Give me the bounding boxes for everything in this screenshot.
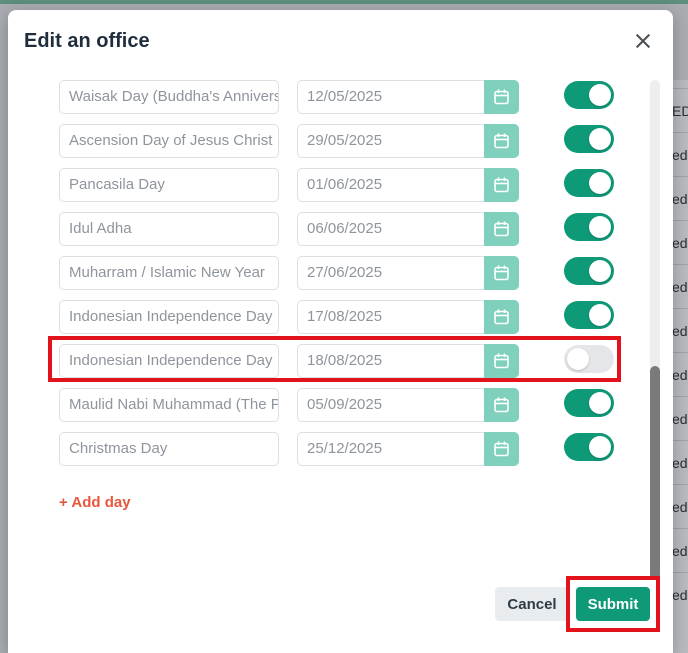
background-table-cell: edu	[672, 396, 688, 441]
holiday-name-input[interactable]: Muharram / Islamic New Year	[59, 256, 279, 290]
holiday-row: Ascension Day of Jesus Christ 29/05/2025	[8, 124, 648, 162]
calendar-icon	[494, 133, 509, 149]
holiday-row: Indonesian Independence Day 17/08/2025	[8, 300, 648, 338]
holiday-enabled-toggle[interactable]	[564, 81, 614, 109]
toggle-knob	[589, 216, 611, 238]
calendar-icon	[494, 221, 509, 237]
holiday-name-input[interactable]: Maulid Nabi Muhammad (The Prophet's Birt…	[59, 388, 279, 422]
toggle-knob	[589, 172, 611, 194]
holiday-enabled-toggle[interactable]	[564, 301, 614, 329]
holiday-row: Waisak Day (Buddha's Anniversary)12/05/2…	[8, 80, 648, 118]
background-table-cell: edu	[672, 308, 688, 353]
background-table-cell: edu	[672, 572, 688, 617]
holiday-name-input[interactable]: Idul Adha	[59, 212, 279, 246]
scrollbar-thumb[interactable]	[650, 366, 660, 580]
toggle-knob	[589, 436, 611, 458]
calendar-icon	[494, 89, 509, 105]
holiday-name-input[interactable]: Indonesian Independence Day	[59, 344, 279, 378]
calendar-icon	[494, 177, 509, 193]
toggle-knob	[589, 392, 611, 414]
add-day-link[interactable]: + Add day	[59, 494, 131, 511]
toggle-knob	[567, 348, 589, 370]
holiday-name-input[interactable]: Christmas Day	[59, 432, 279, 466]
calendar-button[interactable]	[484, 432, 519, 466]
modal-title: Edit an office	[24, 30, 150, 52]
holiday-name-input[interactable]: Waisak Day (Buddha's Anniversary)	[59, 80, 279, 114]
holiday-row: Indonesian Independence Day 18/08/2025	[8, 344, 648, 382]
edit-office-modal: Edit an office Waisak Day (Buddha's Anni…	[8, 10, 673, 653]
holiday-enabled-toggle[interactable]	[564, 213, 614, 241]
calendar-icon	[494, 441, 509, 457]
background-table-cell: edu	[672, 176, 688, 221]
page-topbar	[0, 0, 688, 4]
holiday-enabled-toggle[interactable]	[564, 433, 614, 461]
holiday-enabled-toggle[interactable]	[564, 345, 614, 373]
calendar-icon	[494, 353, 509, 369]
calendar-button[interactable]	[484, 256, 519, 290]
background-table-cell: edu	[672, 132, 688, 177]
holiday-row: Christmas Day 25/12/2025	[8, 432, 648, 470]
holiday-name-input[interactable]: Pancasila Day	[59, 168, 279, 202]
cancel-button[interactable]: Cancel	[495, 587, 569, 621]
holiday-row: Pancasila Day 01/06/2025	[8, 168, 648, 206]
background-table-cell: edu	[672, 484, 688, 529]
holiday-name-input[interactable]: Indonesian Independence Day	[59, 300, 279, 334]
holiday-name-input[interactable]: Ascension Day of Jesus Christ	[59, 124, 279, 158]
calendar-icon	[494, 265, 509, 281]
toggle-knob	[589, 84, 611, 106]
close-icon[interactable]	[632, 30, 654, 52]
toggle-knob	[589, 260, 611, 282]
calendar-icon	[494, 397, 509, 413]
background-table-cell: EDU	[672, 88, 688, 133]
background-table-cell: edu	[672, 440, 688, 485]
toggle-knob	[589, 128, 611, 150]
calendar-button[interactable]	[484, 124, 519, 158]
submit-button[interactable]: Submit	[576, 587, 650, 621]
holiday-enabled-toggle[interactable]	[564, 169, 614, 197]
background-table-cell: edu	[672, 264, 688, 309]
holiday-row: Muharram / Islamic New Year 27/06/2025	[8, 256, 648, 294]
background-table-cell: edu	[672, 352, 688, 397]
holiday-row: Maulid Nabi Muhammad (The Prophet's Birt…	[8, 388, 648, 426]
calendar-button[interactable]	[484, 300, 519, 334]
background-table-cell: edu	[672, 220, 688, 265]
calendar-button[interactable]	[484, 388, 519, 422]
toggle-knob	[589, 304, 611, 326]
holiday-enabled-toggle[interactable]	[564, 125, 614, 153]
calendar-button[interactable]	[484, 80, 519, 114]
holiday-enabled-toggle[interactable]	[564, 257, 614, 285]
holiday-enabled-toggle[interactable]	[564, 389, 614, 417]
calendar-button[interactable]	[484, 212, 519, 246]
calendar-icon	[494, 309, 509, 325]
holiday-row: Idul Adha 06/06/2025	[8, 212, 648, 250]
background-table-cell: edu	[672, 528, 688, 573]
calendar-button[interactable]	[484, 344, 519, 378]
calendar-button[interactable]	[484, 168, 519, 202]
